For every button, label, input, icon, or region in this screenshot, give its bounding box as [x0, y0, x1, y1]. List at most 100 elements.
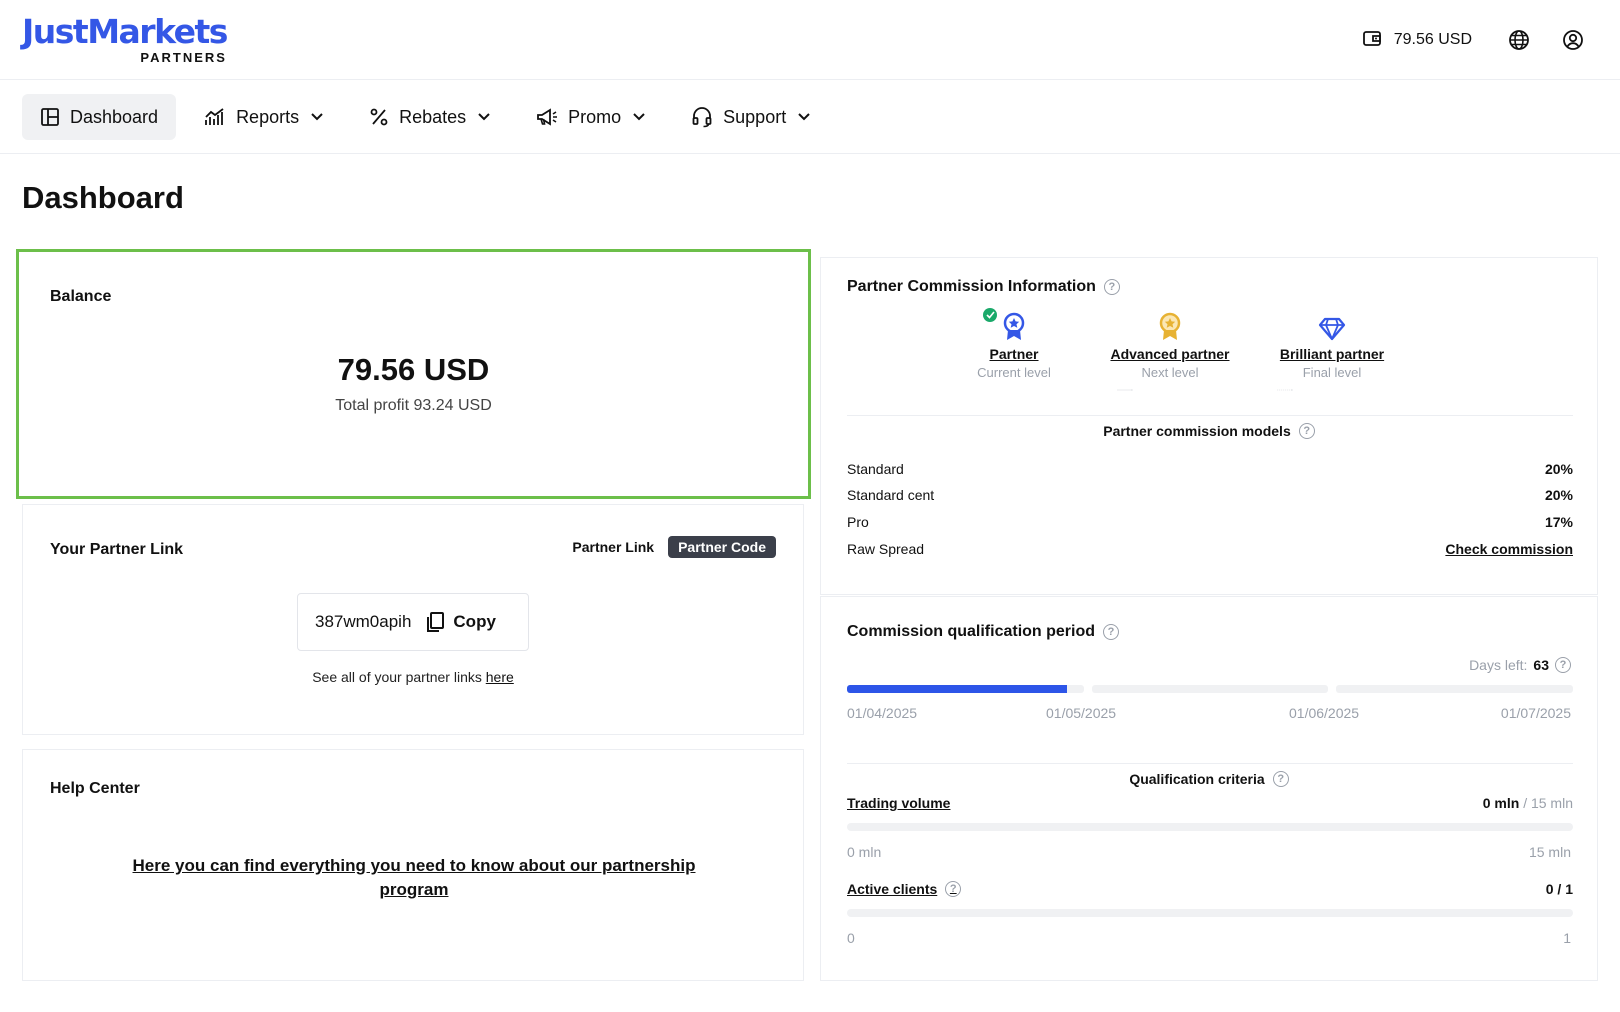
user-icon — [1563, 30, 1583, 50]
level-partner: Partner Current level — [929, 308, 1099, 380]
help-icon[interactable]: ? — [1555, 657, 1571, 673]
dashboard-icon — [40, 107, 60, 127]
see-all-here-link[interactable]: here — [486, 669, 514, 685]
model-row: Standard cent 20% — [847, 487, 1573, 503]
check-commission-link[interactable]: Check commission — [1445, 541, 1573, 557]
nav-dashboard-label: Dashboard — [70, 106, 159, 127]
top-bar: JustMarkets PARTNERS 79.56 USD — [0, 0, 1620, 80]
level-brilliant-name[interactable]: Brilliant partner — [1247, 346, 1417, 362]
divider — [847, 763, 1573, 764]
help-icon[interactable]: ? — [1103, 624, 1120, 640]
logo-subtext: PARTNERS — [140, 50, 227, 65]
model-value: 20% — [1544, 487, 1573, 503]
partner-code: 387wm0apih — [315, 612, 412, 631]
progress-segment — [847, 685, 1084, 693]
help-icon[interactable]: ? — [1272, 771, 1289, 787]
nav-promo-label: Promo — [568, 106, 622, 127]
language-button[interactable] — [1506, 27, 1532, 53]
model-row: Pro 17% — [847, 514, 1573, 530]
nav-rebates-label: Rebates — [399, 106, 467, 127]
active-clients-bar — [847, 909, 1573, 917]
toggle-partner-code[interactable]: Partner Code — [668, 536, 776, 558]
level-partner-name[interactable]: Partner — [929, 346, 1099, 362]
active-clients-label: Active clients — [847, 881, 938, 897]
copy-icon — [427, 612, 445, 632]
help-icon[interactable]: ? — [1298, 423, 1315, 439]
nav-support-label: Support — [723, 106, 787, 127]
period-date: 01/06/2025 — [1289, 705, 1360, 721]
partner-levels: Partner Current level Advanced partner N… — [821, 308, 1597, 398]
account-button[interactable] — [1560, 27, 1586, 53]
days-left-value: 63 — [1533, 657, 1549, 673]
chevron-down-icon — [798, 113, 810, 121]
active-clients-current: 0 / 1 — [1545, 881, 1573, 897]
help-icon[interactable]: ? — [1103, 279, 1120, 295]
trading-volume-current: 0 mln — [1482, 795, 1520, 811]
trading-volume-target: / 15 mln — [1523, 795, 1573, 811]
nav-dashboard[interactable]: Dashboard — [22, 94, 177, 140]
progress-segment — [1336, 685, 1573, 693]
page-title: Dashboard — [22, 180, 184, 215]
balance-card: Balance 79.56 USD Total profit 93.24 USD — [16, 249, 811, 499]
commission-models-title: Partner commission models — [1103, 423, 1291, 439]
wallet-balance-button[interactable]: 79.56 USD — [1362, 28, 1472, 53]
level-partner-status: Current level — [977, 365, 1051, 380]
model-value: 17% — [1544, 514, 1573, 530]
balance-amount: 79.56 USD — [337, 352, 490, 387]
nav-reports-label: Reports — [236, 106, 300, 127]
period-date: 01/05/2025 — [1046, 705, 1117, 721]
help-icon[interactable]: ? — [945, 881, 962, 897]
trading-volume-min: 0 mln — [847, 844, 882, 860]
model-name: Pro — [847, 514, 869, 530]
nav-reports[interactable]: Reports — [186, 94, 341, 140]
model-name: Standard cent — [847, 487, 935, 503]
help-center-card: Help Center Here you can find everything… — [22, 749, 804, 981]
logo[interactable]: JustMarkets PARTNERS — [22, 14, 228, 66]
progress-fill — [847, 685, 1068, 693]
divider — [847, 415, 1573, 416]
chevron-down-icon — [311, 113, 323, 121]
medal-icon — [1003, 312, 1025, 340]
level-advanced-name[interactable]: Advanced partner — [1085, 346, 1255, 362]
partner-code-box: 387wm0apih Copy — [297, 593, 529, 651]
megaphone-icon — [536, 107, 558, 127]
see-all-text: See all of your partner links — [312, 669, 482, 685]
trading-volume-value: 0 mln / 15 mln — [1483, 795, 1573, 811]
nav-promo[interactable]: Promo — [518, 94, 663, 140]
nav-divider — [0, 153, 1620, 154]
model-row: Raw Spread Check commission — [847, 541, 1573, 557]
trading-volume-max: 15 mln — [1528, 844, 1571, 860]
level-brilliant-status: Final level — [1302, 365, 1362, 380]
active-clients-link[interactable]: Active clients ? — [847, 881, 962, 897]
active-clients-max: 1 — [1563, 930, 1571, 946]
level-arrow-dashed — [1277, 389, 1293, 391]
main-nav: Dashboard Reports Rebates Promo Support — [22, 94, 838, 140]
model-row: Standard 20% — [847, 461, 1573, 477]
copy-button[interactable]: Copy — [425, 611, 496, 633]
trading-volume-link[interactable]: Trading volume — [847, 795, 950, 811]
globe-icon — [1509, 30, 1529, 50]
nav-rebates[interactable]: Rebates — [351, 94, 508, 140]
trading-volume-bar — [847, 823, 1573, 831]
wallet-balance: 79.56 USD — [1393, 31, 1472, 48]
chevron-down-icon — [478, 113, 490, 121]
balance-title: Balance — [50, 288, 112, 305]
chart-icon — [204, 107, 226, 127]
nav-support[interactable]: Support — [673, 94, 828, 140]
partnership-program-link[interactable]: Here you can find everything you need to… — [131, 854, 697, 902]
trading-volume-label: Trading volume — [847, 795, 951, 811]
level-advanced-status: Next level — [1141, 365, 1199, 380]
partner-commission-card: Partner Commission Information ? Partner… — [820, 257, 1598, 595]
days-left: Days left: 63 ? — [1469, 657, 1571, 673]
active-clients-value: 0 / 1 — [1546, 881, 1573, 897]
toggle-partner-link[interactable]: Partner Link — [572, 539, 654, 555]
level-brilliant: Brilliant partner Final level — [1247, 308, 1417, 380]
percent-icon — [369, 107, 389, 127]
qualification-title: Commission qualification period — [847, 623, 1096, 640]
active-clients-min: 0 — [847, 930, 855, 946]
headset-icon — [691, 106, 713, 128]
check-icon — [983, 308, 997, 322]
help-center-title: Help Center — [50, 780, 140, 797]
chevron-down-icon — [633, 113, 645, 121]
progress-segment — [1091, 685, 1329, 693]
